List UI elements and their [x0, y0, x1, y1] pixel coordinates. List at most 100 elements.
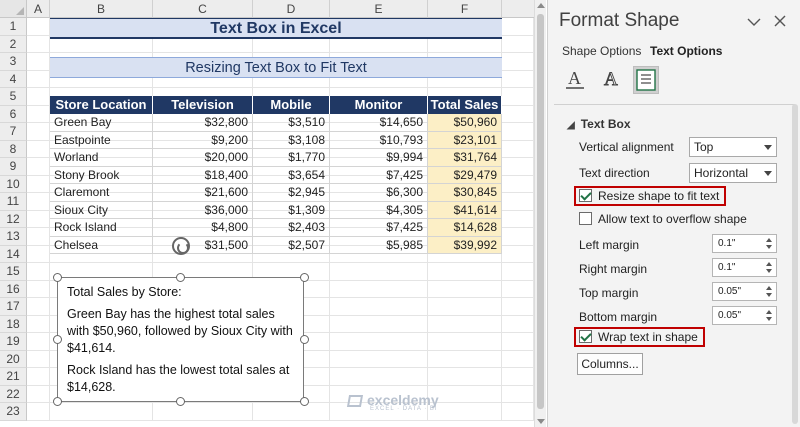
grid-cell[interactable] [330, 333, 428, 351]
resize-handle-top-right[interactable] [300, 273, 309, 282]
table-cell-television[interactable]: $36,000 [153, 201, 253, 219]
grid-cell[interactable] [27, 140, 50, 158]
resize-handle-bottom[interactable] [176, 397, 185, 406]
grid-cell[interactable] [502, 123, 534, 141]
table-cell-television[interactable]: $20,000 [153, 149, 253, 167]
grid-cell[interactable] [27, 298, 50, 316]
table-cell-television[interactable]: $4,800 [153, 219, 253, 237]
table-cell-monitor[interactable]: $5,985 [330, 236, 428, 254]
table-cell-store[interactable]: Chelsea [50, 236, 153, 254]
grid-cell[interactable] [502, 298, 534, 316]
table-cell-mobile[interactable]: $1,770 [253, 149, 330, 167]
sheet-title[interactable]: Text Box in Excel [50, 18, 502, 39]
table-cell-total[interactable]: $30,845 [428, 184, 502, 202]
table-header-store[interactable]: Store Location [50, 96, 153, 114]
right-margin-input[interactable]: 0.1" [712, 258, 777, 277]
grid-cell[interactable] [428, 403, 502, 421]
row-header[interactable]: 14 [0, 245, 27, 263]
row-header[interactable]: 13 [0, 228, 27, 246]
row-header[interactable]: 17 [0, 298, 27, 316]
sheet-vertical-scrollbar[interactable] [534, 0, 546, 427]
table-cell-mobile[interactable]: $2,507 [253, 236, 330, 254]
bottom-margin-input[interactable]: 0.05" [712, 306, 777, 325]
column-header-b[interactable]: B [50, 0, 153, 18]
row-header[interactable]: 10 [0, 175, 27, 193]
sheet-subtitle[interactable]: Resizing Text Box to Fit Text [50, 57, 502, 78]
table-cell-monitor[interactable]: $14,650 [330, 114, 428, 132]
grid-cell[interactable] [27, 193, 50, 211]
grid-cell[interactable] [330, 298, 428, 316]
grid-cell[interactable] [27, 245, 50, 263]
table-cell-store[interactable]: Eastpointe [50, 131, 153, 149]
wrap-text-option[interactable]: Wrap text in shape [574, 327, 705, 347]
table-cell-television[interactable]: $18,400 [153, 166, 253, 184]
column-header-e[interactable]: E [330, 0, 428, 18]
grid-cell[interactable] [428, 385, 502, 403]
spin-down-icon[interactable] [766, 317, 772, 321]
table-cell-store[interactable]: Sioux City [50, 201, 153, 219]
table-cell-total[interactable]: $41,614 [428, 201, 502, 219]
grid-cell[interactable] [330, 280, 428, 298]
table-cell-television[interactable]: $31,500 [153, 236, 253, 254]
grid-cell[interactable] [502, 175, 534, 193]
grid-cell[interactable] [330, 263, 428, 281]
row-header[interactable]: 19 [0, 333, 27, 351]
spin-up-icon[interactable] [766, 286, 772, 290]
grid-cell[interactable] [428, 298, 502, 316]
table-cell-television[interactable]: $9,200 [153, 131, 253, 149]
table-cell-total[interactable]: $39,992 [428, 236, 502, 254]
table-cell-monitor[interactable]: $7,425 [330, 219, 428, 237]
grid-cell[interactable] [428, 263, 502, 281]
spin-up-icon[interactable] [766, 238, 772, 242]
left-margin-input[interactable]: 0.1" [712, 234, 777, 253]
text-effects-icon[interactable]: A [598, 66, 624, 94]
grid-cell[interactable] [27, 368, 50, 386]
table-cell-monitor[interactable]: $9,994 [330, 149, 428, 167]
grid-cell[interactable] [428, 315, 502, 333]
table-cell-television[interactable]: $32,800 [153, 114, 253, 132]
grid-cell[interactable] [502, 18, 534, 36]
spin-up-icon[interactable] [766, 310, 772, 314]
grid-cell[interactable] [27, 35, 50, 53]
text-direction-select[interactable]: Horizontal [689, 163, 777, 183]
row-header[interactable]: 5 [0, 88, 27, 106]
resize-handle-right[interactable] [300, 335, 309, 344]
column-header-f[interactable]: F [428, 0, 502, 18]
grid-cell[interactable] [502, 193, 534, 211]
row-header[interactable]: 4 [0, 70, 27, 88]
spin-down-icon[interactable] [766, 245, 772, 249]
grid-cell[interactable] [27, 18, 50, 36]
grid-cell[interactable] [428, 350, 502, 368]
resize-handle-top-left[interactable] [53, 273, 62, 282]
grid-cell[interactable] [502, 333, 534, 351]
grid-cell[interactable] [502, 368, 534, 386]
spin-up-icon[interactable] [766, 262, 772, 266]
table-cell-mobile[interactable]: $2,945 [253, 184, 330, 202]
table-cell-store[interactable]: Rock Island [50, 219, 153, 237]
row-header[interactable]: 9 [0, 158, 27, 176]
pane-scrollbar[interactable] [792, 104, 798, 424]
column-header-g[interactable] [502, 0, 534, 18]
close-pane-icon[interactable] [774, 14, 786, 30]
table-cell-monitor[interactable]: $7,425 [330, 166, 428, 184]
grid-cell[interactable] [27, 123, 50, 141]
table-cell-television[interactable]: $21,600 [153, 184, 253, 202]
spin-down-icon[interactable] [766, 269, 772, 273]
scroll-thumb[interactable] [537, 14, 544, 409]
table-cell-store[interactable]: Worland [50, 149, 153, 167]
table-header-monitor[interactable]: Monitor [330, 96, 428, 114]
resize-shape-checkbox[interactable] [579, 189, 592, 202]
grid-cell[interactable] [27, 315, 50, 333]
row-header[interactable]: 1 [0, 18, 27, 36]
row-header[interactable]: 16 [0, 280, 27, 298]
table-header-mobile[interactable]: Mobile [253, 96, 330, 114]
vertical-alignment-select[interactable]: Top [689, 137, 777, 157]
column-header-c[interactable]: C [153, 0, 253, 18]
row-header[interactable]: 6 [0, 105, 27, 123]
table-cell-monitor[interactable]: $6,300 [330, 184, 428, 202]
section-text-box[interactable]: ◢ Text Box [567, 117, 631, 131]
grid-cell[interactable] [502, 88, 534, 106]
grid-cell[interactable] [27, 158, 50, 176]
top-margin-input[interactable]: 0.05" [712, 282, 777, 301]
grid-cell[interactable] [27, 228, 50, 246]
